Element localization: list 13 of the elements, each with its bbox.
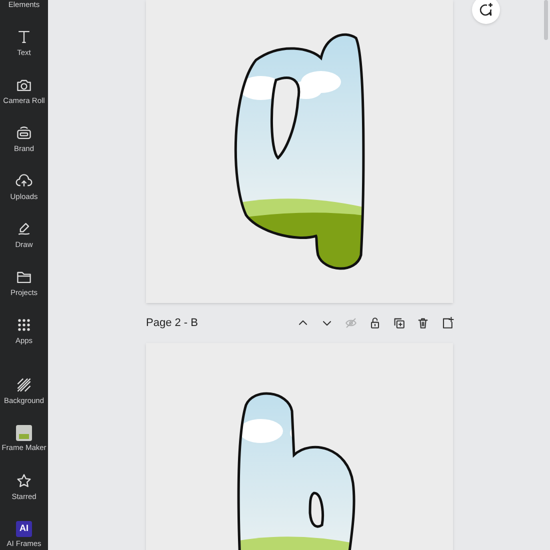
add-page-icon [440,316,454,330]
ai-badge: AI [16,520,32,537]
crossed-eye-icon [344,316,358,330]
page-title[interactable]: Page 2 - B [146,314,198,332]
add-comment-icon [478,2,494,18]
briefcase-icon [15,124,33,142]
thumbnail-icon [16,424,32,441]
unlocked-padlock-icon [368,316,382,330]
duplicate-icon [392,316,406,330]
add-comment-button[interactable] [472,0,500,24]
scrollbar[interactable] [544,0,548,40]
star-icon [15,472,33,490]
trash-icon [416,316,430,330]
